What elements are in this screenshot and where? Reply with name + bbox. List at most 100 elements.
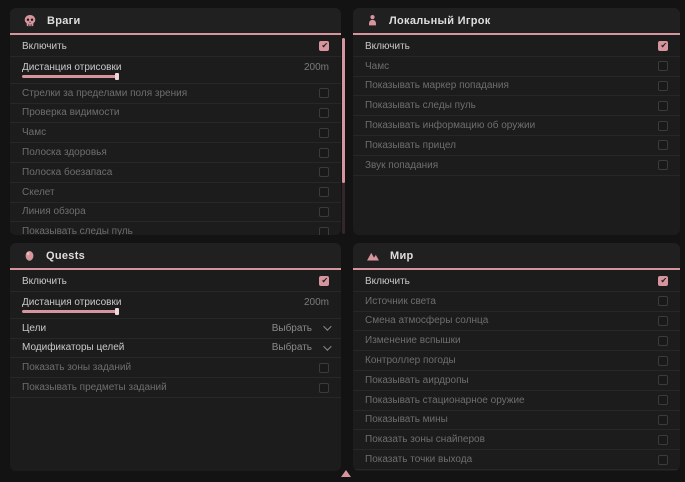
panel-world-body: ВключитьИсточник светаСмена атмосферы со…	[353, 272, 680, 471]
select-value: Выбрать	[272, 342, 312, 353]
chevron-down-icon	[323, 342, 331, 350]
checkbox[interactable]	[319, 148, 329, 158]
checkbox[interactable]	[658, 276, 668, 286]
setting-row-checkbox: Показывать следы пуль	[10, 222, 341, 235]
setting-label: Скелет	[22, 187, 55, 198]
setting-label: Контроллер погоды	[365, 355, 456, 366]
setting-row-slider: Дистанция отрисовки 200m	[10, 57, 341, 84]
skull-icon	[23, 14, 37, 28]
slider-value: 200m	[304, 297, 329, 308]
checkbox[interactable]	[319, 167, 329, 177]
checkbox[interactable]	[319, 227, 329, 235]
checkbox[interactable]	[658, 415, 668, 425]
checkbox[interactable]	[658, 61, 668, 71]
checkbox[interactable]	[658, 356, 668, 366]
panel-local-player: Локальный Игрок ВключитьЧамсПоказывать м…	[353, 8, 680, 235]
checkbox[interactable]	[658, 316, 668, 326]
setting-row-checkbox: Чамс	[10, 123, 341, 143]
checkbox[interactable]	[658, 435, 668, 445]
setting-label: Показывать стационарное оружие	[365, 395, 525, 406]
setting-label: Линия обзора	[22, 206, 86, 217]
checkbox[interactable]	[658, 121, 668, 131]
checkbox[interactable]	[319, 41, 329, 51]
setting-label: Показывать предметы заданий	[22, 382, 167, 393]
panel-quests-body: ВключитьДистанция отрисовки200mЦелиВыбра…	[10, 272, 341, 471]
setting-row-checkbox: Звук попадания	[353, 156, 680, 176]
checkbox[interactable]	[658, 160, 668, 170]
checkbox[interactable]	[658, 41, 668, 51]
setting-label: Показать зоны заданий	[22, 362, 131, 373]
setting-row-checkbox: Показывать предметы заданий	[10, 378, 341, 398]
slider-handle[interactable]	[115, 73, 119, 80]
setting-label: Полоска боезапаса	[22, 167, 112, 178]
checkbox[interactable]	[319, 383, 329, 393]
setting-label: Источник света	[365, 296, 436, 307]
setting-label: Включить	[365, 276, 410, 287]
checkbox[interactable]	[319, 88, 329, 98]
setting-row-checkbox: Включить	[353, 272, 680, 292]
setting-row-checkbox: Скелет	[10, 183, 341, 203]
checkbox[interactable]	[658, 336, 668, 346]
checkbox[interactable]	[658, 395, 668, 405]
checkbox[interactable]	[658, 455, 668, 465]
setting-row-checkbox: Показывать стационарное оружие	[353, 391, 680, 411]
setting-label: Звук попадания	[365, 160, 438, 171]
checkbox[interactable]	[658, 140, 668, 150]
setting-row-checkbox: Проверка видимости	[10, 104, 341, 124]
checkbox[interactable]	[319, 187, 329, 197]
slider[interactable]	[22, 75, 329, 78]
select-value: Выбрать	[272, 323, 312, 334]
setting-row-checkbox: Чамс	[353, 57, 680, 77]
setting-label: Показывать информацию об оружии	[365, 120, 535, 131]
checkbox[interactable]	[658, 81, 668, 91]
setting-row-checkbox: Показывать следы пуль	[353, 96, 680, 116]
setting-row-checkbox: Полоска боезапаса	[10, 163, 341, 183]
checkbox[interactable]	[658, 101, 668, 111]
setting-label: Изменение вспышки	[365, 335, 461, 346]
panel-quests-header[interactable]: Quests	[10, 243, 341, 270]
checkbox[interactable]	[658, 375, 668, 385]
checkbox[interactable]	[319, 276, 329, 286]
scroll-up-indicator[interactable]	[341, 470, 351, 477]
panel-local-player-header[interactable]: Локальный Игрок	[353, 8, 680, 35]
setting-row-checkbox: Показывать прицел	[353, 136, 680, 156]
setting-label: Дистанция отрисовки	[22, 62, 121, 73]
setting-row-checkbox: Показать зоны заданий	[10, 358, 341, 378]
setting-row-checkbox: Показывать мины	[353, 411, 680, 431]
checkbox[interactable]	[658, 296, 668, 306]
setting-label: Показать точки выхода	[365, 454, 472, 465]
setting-label: Полоска здоровья	[22, 147, 107, 158]
panel-world: Мир ВключитьИсточник светаСмена атмосфер…	[353, 243, 680, 471]
setting-row-checkbox: Включить	[10, 272, 341, 292]
select-control[interactable]: Выбрать	[272, 342, 329, 353]
setting-label: Показывать аирдропы	[365, 375, 469, 386]
setting-label: Стрелки за пределами поля зрения	[22, 88, 187, 99]
panel-world-header[interactable]: Мир	[353, 243, 680, 270]
checkbox[interactable]	[319, 207, 329, 217]
setting-row-slider: Дистанция отрисовки 200m	[10, 292, 341, 319]
slider-label-line: Дистанция отрисовки 200m	[22, 297, 329, 308]
select-control[interactable]: Выбрать	[272, 323, 329, 334]
slider[interactable]	[22, 310, 329, 313]
setting-label: Включить	[365, 41, 410, 52]
panel-enemies: Враги Включить Дистанция отрисовки 200m Стр…	[10, 8, 341, 235]
panel-title: Враги	[47, 15, 81, 27]
setting-row-checkbox: Показать зоны снайперов	[353, 430, 680, 450]
setting-label: Показывать следы пуль	[22, 226, 133, 235]
panels-grid: Враги Включить Дистанция отрисовки 200m Стр…	[10, 8, 680, 471]
setting-row-checkbox: Включить	[10, 37, 341, 57]
slider-handle[interactable]	[115, 308, 119, 315]
checkbox[interactable]	[319, 128, 329, 138]
setting-row-checkbox: Включить	[353, 37, 680, 57]
slider-fill	[22, 75, 117, 78]
checkbox[interactable]	[319, 363, 329, 373]
setting-row-checkbox: Стрелки за пределами поля зрения	[10, 84, 341, 104]
setting-label: Дистанция отрисовки	[22, 297, 121, 308]
checkbox[interactable]	[319, 108, 329, 118]
setting-label: Чамс	[22, 127, 46, 138]
panel-enemies-header[interactable]: Враги	[10, 8, 341, 35]
slider-label-line: Дистанция отрисовки 200m	[22, 62, 329, 73]
slider-value: 200m	[304, 62, 329, 73]
enemies-scrollbar[interactable]	[342, 38, 345, 234]
enemies-scrollbar-thumb[interactable]	[342, 38, 345, 183]
